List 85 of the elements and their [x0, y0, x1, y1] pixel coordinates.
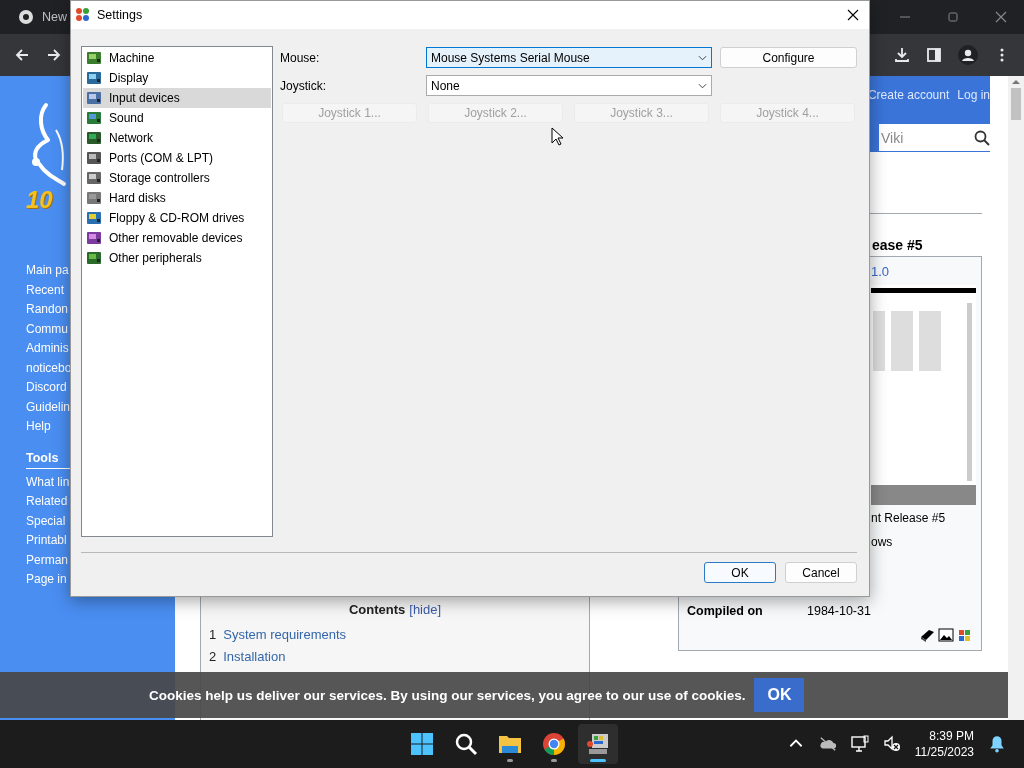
clock-time[interactable]: 8:39 PM — [929, 728, 974, 744]
section-number: 1 — [209, 626, 217, 644]
clock-date[interactable]: 11/25/2023 — [914, 744, 974, 760]
windows-icon — [410, 732, 434, 756]
category-item[interactable]: Display — [83, 68, 271, 88]
search-icon — [454, 732, 478, 756]
header-link[interactable]: Log in — [957, 85, 990, 105]
sidebar-link[interactable]: What lin — [26, 472, 72, 492]
device-icon — [86, 170, 102, 186]
tab-title[interactable]: New — [42, 10, 67, 24]
scrollbar-thumb[interactable] — [1011, 88, 1021, 120]
taskbar-button[interactable] — [578, 724, 618, 764]
category-item[interactable]: Other removable devices — [83, 228, 271, 248]
app-icon — [75, 7, 91, 23]
chevron-down-icon — [698, 54, 707, 61]
sidebar-link[interactable]: Help — [26, 417, 72, 437]
contents-title: Contents — [348, 601, 406, 619]
infobox-text: ows — [871, 534, 893, 551]
section-number: 2 — [209, 648, 217, 666]
chevron-down-icon — [698, 82, 707, 89]
logo-icon[interactable] — [957, 627, 973, 643]
sidebar-link[interactable]: Perman — [26, 550, 72, 570]
sidebar-link[interactable]: Randon — [26, 300, 72, 320]
category-item[interactable]: Machine — [83, 48, 271, 68]
field-label: Mouse: — [280, 50, 321, 65]
device-icon — [86, 90, 102, 106]
sidebar-link[interactable]: Special — [26, 511, 72, 531]
mouse-dropdown[interactable]: Mouse Systems Serial Mouse — [426, 47, 712, 68]
page-heading: ease #5 — [872, 236, 924, 255]
network-icon[interactable] — [850, 735, 869, 753]
sidebar-link[interactable]: Page in — [26, 570, 72, 590]
bell-icon[interactable] — [988, 735, 1006, 753]
device-icon — [86, 50, 102, 66]
restore-icon[interactable] — [947, 11, 959, 23]
cookie-text: Cookies help us deliver our services. By using our services, you agree to our use of cookies. — [149, 687, 746, 703]
hide-link[interactable]: [hide] — [409, 600, 442, 620]
device-icon — [86, 210, 102, 226]
ok-button[interactable]: OK — [754, 678, 805, 712]
joystick-dropdown[interactable]: None — [426, 75, 712, 96]
back-icon[interactable] — [14, 47, 30, 63]
sidebar-link[interactable]: Recent — [26, 280, 72, 300]
device-icon — [86, 230, 102, 246]
dialog-button[interactable]: Cancel — [785, 562, 857, 583]
field-label: Joystick: — [280, 78, 327, 93]
sidebar-link[interactable]: Guidelin — [26, 397, 72, 417]
contents-link[interactable]: System requirements — [223, 624, 347, 646]
category-item[interactable]: Sound — [83, 108, 271, 128]
sidebar-link[interactable]: Adminis noticebo — [26, 339, 72, 378]
speaker-muted-icon[interactable] — [882, 735, 901, 753]
sidebar-link[interactable]: Main pa — [26, 261, 72, 281]
close-icon[interactable] — [847, 9, 859, 21]
cloud-off-icon[interactable] — [818, 735, 837, 753]
device-icon — [86, 250, 102, 266]
device-icon — [86, 150, 102, 166]
download-icon[interactable] — [894, 47, 910, 63]
version-link[interactable]: 1.0 — [871, 262, 890, 282]
infobox-label: Compiled on — [687, 603, 764, 620]
sidebar-link[interactable]: Discord — [26, 378, 72, 398]
profile-icon[interactable] — [958, 45, 978, 65]
image-caption: nt Release #5 — [871, 510, 946, 527]
forward-icon[interactable] — [46, 47, 62, 63]
cursor-icon — [551, 127, 563, 146]
device-icon — [86, 70, 102, 86]
sidebar-link[interactable]: Commu — [26, 319, 72, 339]
sidebar-link[interactable]: Printabl — [26, 531, 72, 551]
computer-icon — [586, 732, 610, 756]
sidebar-link[interactable]: Related — [26, 492, 72, 512]
window-title: Settings — [97, 8, 143, 22]
category-item[interactable]: Floppy & CD-ROM drives — [83, 208, 271, 228]
category-item[interactable]: Storage controllers — [83, 168, 271, 188]
logo-text: 10 — [26, 187, 53, 213]
contents-link[interactable]: Installation — [223, 646, 286, 668]
dialog-button[interactable]: OK — [704, 562, 776, 583]
category-item[interactable]: Other peripherals — [83, 248, 271, 268]
device-icon — [86, 190, 102, 206]
device-icon — [86, 110, 102, 126]
infobox-value: 1984-10-31 — [807, 603, 871, 620]
category-item[interactable]: Hard disks — [83, 188, 271, 208]
category-item[interactable]: Ports (COM & LPT) — [83, 148, 271, 168]
configure-button[interactable]: Configure — [720, 47, 857, 68]
category-item[interactable]: Input devices — [83, 88, 271, 108]
device-icon — [86, 130, 102, 146]
side-panel-icon[interactable] — [926, 47, 942, 63]
category-item[interactable]: Network — [83, 128, 271, 148]
image-icon[interactable] — [938, 627, 954, 643]
